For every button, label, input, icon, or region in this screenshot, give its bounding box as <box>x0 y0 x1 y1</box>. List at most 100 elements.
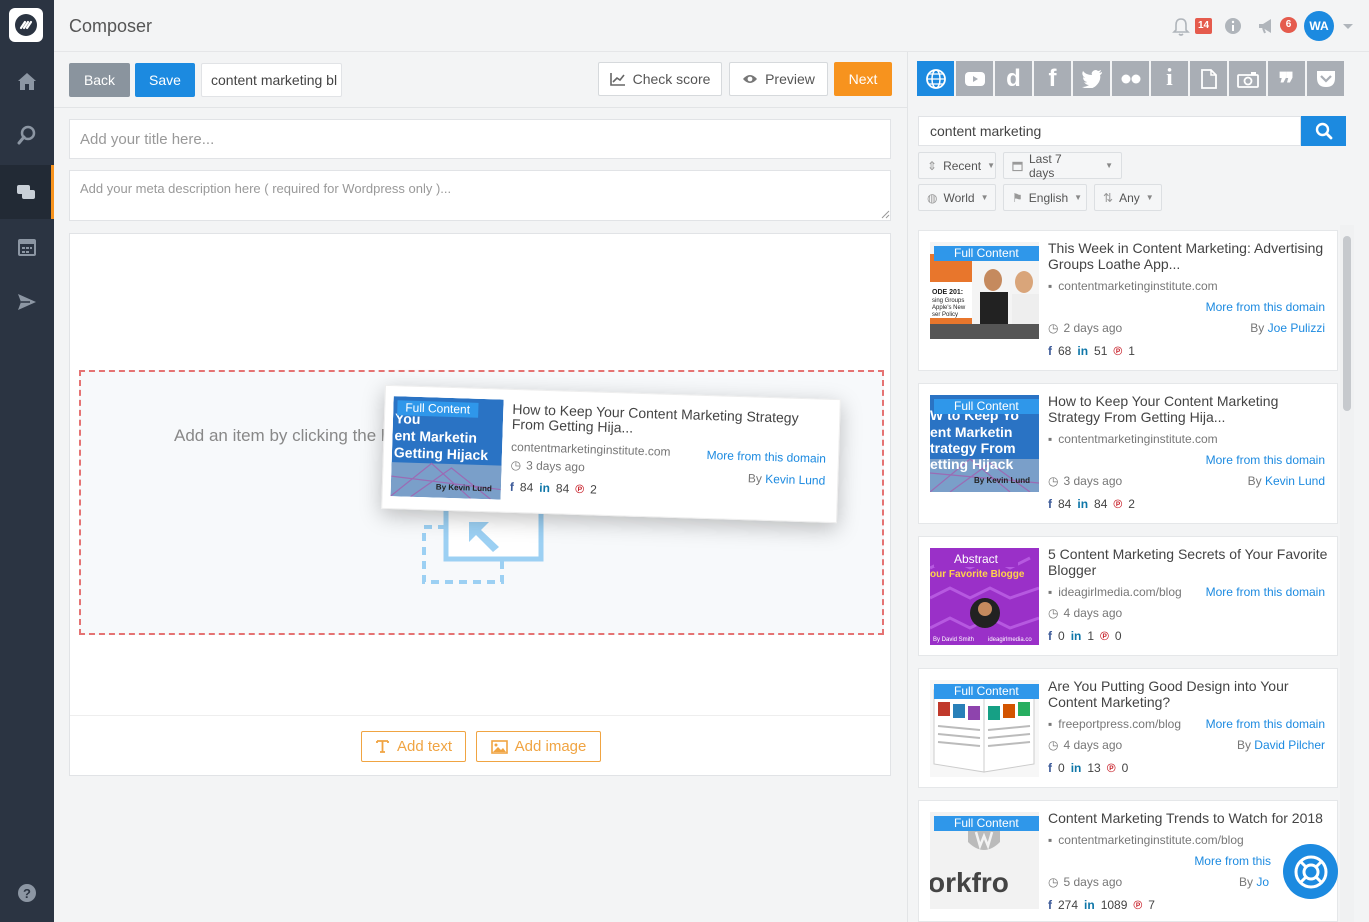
save-button[interactable]: Save <box>135 63 195 97</box>
clock-icon: ◷ <box>1048 474 1059 488</box>
svg-text:our Favorite Blogge: our Favorite Blogge <box>930 569 1025 580</box>
article-author: By Kevin Lund <box>748 471 826 487</box>
result-card[interactable]: ODE 201: sing Groups Apple's New ser Pol… <box>918 230 1338 371</box>
tab-quotes[interactable]: ❞ <box>1268 61 1305 99</box>
info-button[interactable] <box>1224 17 1242 38</box>
author-link[interactable]: David Pilcher <box>1254 738 1325 752</box>
result-card[interactable]: Full Content Are You Putting Good Design… <box>918 668 1338 788</box>
add-text-label: Add text <box>396 738 453 755</box>
author-link[interactable]: Kevin Lund <box>1265 474 1325 488</box>
age-text: 3 days ago <box>1063 474 1123 488</box>
result-title[interactable]: Are You Putting Good Design into Your Co… <box>1048 678 1333 710</box>
article-age: ◷ 3 days ago <box>510 458 585 474</box>
author-link[interactable]: Kevin Lund <box>765 472 825 488</box>
by-label: By <box>1236 738 1251 752</box>
more-from-domain-link[interactable]: More from this domain <box>1206 300 1325 314</box>
linkedin-count: 1 <box>1087 629 1095 643</box>
more-from-domain-link[interactable]: More from this domain <box>1206 585 1325 599</box>
content-type-tag: Full Content <box>934 246 1039 261</box>
user-menu-toggle[interactable] <box>1342 19 1354 34</box>
result-card[interactable]: our Favorite Blogge By David Smith ideag… <box>918 536 1338 656</box>
nav-calendar[interactable] <box>0 220 54 274</box>
date-range-filter[interactable]: Last 7 days ▼ <box>1003 151 1122 180</box>
add-image-label: Add image <box>514 738 587 755</box>
result-domain: ▪ ideagirlmedia.com/blog <box>1048 585 1182 599</box>
dragged-article-card[interactable]: ent Marketin Getting Hijack You By Kevin… <box>381 384 841 524</box>
title-input[interactable]: Add your title here... <box>69 119 891 159</box>
notifications-button[interactable] <box>1172 17 1190 40</box>
nav-search[interactable] <box>0 108 54 162</box>
back-button[interactable]: Back <box>69 63 130 97</box>
resize-handle-icon[interactable] <box>881 210 890 219</box>
next-button[interactable]: Next <box>834 62 892 96</box>
svg-text:ent Marketin: ent Marketin <box>930 424 1012 440</box>
add-image-button[interactable]: Add image <box>476 731 601 762</box>
tab-pocket[interactable] <box>1307 61 1344 96</box>
clock-icon: ◷ <box>1048 606 1059 620</box>
result-title[interactable]: Content Marketing Trends to Watch for 20… <box>1048 810 1333 826</box>
sort-filter[interactable]: ⇕ Recent ▼ <box>918 152 996 179</box>
divider <box>54 107 907 108</box>
tab-documents[interactable] <box>1190 61 1227 96</box>
user-avatar[interactable]: WA <box>1304 11 1334 41</box>
support-chat-button[interactable] <box>1283 844 1338 899</box>
share-stats: f0 in 13 ℗ 0 <box>1048 761 1128 775</box>
facebook-icon: f <box>509 479 515 494</box>
tab-images[interactable] <box>1229 61 1266 96</box>
more-from-domain-link[interactable]: More from this domain <box>1206 453 1325 467</box>
author-link[interactable]: Joe Pulizzi <box>1268 321 1325 335</box>
article-domain: contentmarketinginstitute.com <box>510 439 671 459</box>
result-title[interactable]: 5 Content Marketing Secrets of Your Favo… <box>1048 546 1333 578</box>
meta-description-input[interactable]: Add your meta description here ( require… <box>69 170 891 221</box>
region-filter[interactable]: ◍ World ▼ <box>918 184 996 211</box>
nav-composer[interactable] <box>0 165 54 219</box>
more-from-domain-link[interactable]: More from this <box>1194 854 1271 868</box>
author-link[interactable]: Jo <box>1256 875 1269 889</box>
language-filter[interactable]: ⚑ English ▼ <box>1003 184 1087 211</box>
app-logo[interactable] <box>9 8 43 42</box>
language-value: English <box>1028 190 1069 205</box>
announcements-button[interactable] <box>1257 17 1277 38</box>
result-title[interactable]: How to Keep Your Content Marketing Strat… <box>1048 393 1333 425</box>
question-icon: ? <box>18 884 36 902</box>
result-card[interactable]: orkfro Full Content Content Marketing Tr… <box>918 800 1338 922</box>
result-card[interactable]: W to Keep Yo ent Marketin trategy From e… <box>918 383 1338 524</box>
tab-flickr[interactable] <box>1112 61 1149 96</box>
add-text-button[interactable]: Add text <box>361 731 466 762</box>
facebook-icon: f <box>1048 629 1052 643</box>
pinterest-icon: ℗ <box>1113 497 1123 511</box>
clock-icon: ◷ <box>1048 738 1059 752</box>
tab-info[interactable]: i <box>1151 61 1188 96</box>
clock-icon: ◷ <box>1048 321 1059 335</box>
svg-text:sing Groups: sing Groups <box>932 298 964 304</box>
check-score-button[interactable]: Check score <box>598 62 722 96</box>
date-range-value: Last 7 days <box>1028 151 1062 180</box>
svg-text:ent Marketin: ent Marketin <box>394 427 477 446</box>
help-button[interactable]: ? <box>17 883 37 906</box>
tab-web[interactable] <box>917 61 954 96</box>
more-from-domain-link[interactable]: More from this domain <box>1206 717 1325 731</box>
tab-youtube[interactable] <box>956 61 993 96</box>
more-from-domain-link[interactable]: More from this domain <box>706 448 826 466</box>
search-button[interactable] <box>1301 116 1346 146</box>
sidebar: ? <box>0 0 54 922</box>
tab-twitter[interactable] <box>1073 61 1110 96</box>
preview-button[interactable]: Preview <box>729 62 828 96</box>
content-search-input[interactable]: content marketing <box>918 116 1301 146</box>
composition-name-input[interactable]: content marketing bl <box>201 63 342 97</box>
result-title[interactable]: This Week in Content Marketing: Advertis… <box>1048 240 1333 272</box>
content-type-tag: Abstract <box>934 552 1019 567</box>
nav-publish[interactable] <box>0 275 54 329</box>
sort-arrows-icon: ⇅ <box>1103 190 1114 205</box>
linkedin-count: 51 <box>1094 344 1108 358</box>
linkedin-count: 1089 <box>1100 898 1128 912</box>
notifications-badge: 14 <box>1195 18 1212 34</box>
tab-dailymotion[interactable]: d <box>995 61 1032 96</box>
facebook-icon: f <box>1048 898 1052 912</box>
scrollbar-thumb[interactable] <box>1343 236 1351 411</box>
nav-home[interactable] <box>0 54 54 108</box>
flag-icon: ⚑ <box>1012 190 1023 205</box>
result-age: ◷ 2 days ago <box>1048 321 1122 335</box>
tab-facebook[interactable]: f <box>1034 61 1071 96</box>
type-filter[interactable]: ⇅ Any ▼ <box>1094 184 1162 211</box>
